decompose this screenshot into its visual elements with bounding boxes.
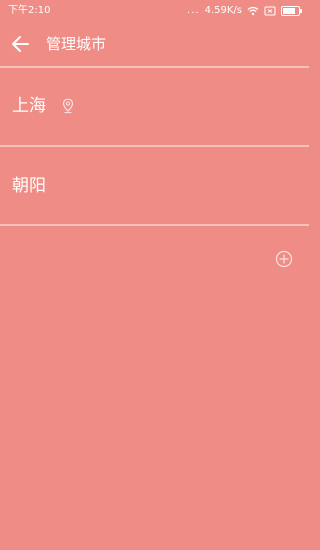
signal-dots: ... <box>187 5 200 16</box>
app-header: 管理城市 <box>0 22 309 66</box>
plus-circle-icon <box>275 250 293 268</box>
page-title: 管理城市 <box>46 35 107 53</box>
city-divider <box>0 145 309 147</box>
network-speed: 4.59K/s <box>204 5 242 16</box>
city-divider <box>0 224 309 226</box>
wifi-icon <box>247 6 259 16</box>
sim-icon <box>264 5 276 16</box>
status-time: 下午2:10 <box>8 5 51 16</box>
battery-icon <box>281 5 303 16</box>
city-name: 上海 <box>12 96 46 116</box>
back-button[interactable] <box>10 34 32 54</box>
arrow-left-icon <box>12 36 29 52</box>
status-bar: 下午2:10 ... 4.59K/s <box>0 0 309 22</box>
screen: 下午2:10 ... 4.59K/s 管理城市 上海 朝阳 <box>0 0 309 550</box>
city-name: 朝阳 <box>12 176 46 196</box>
status-indicators: ... 4.59K/s <box>187 4 303 17</box>
city-item-chaoyang[interactable]: 朝阳 <box>0 148 309 224</box>
add-city-button[interactable] <box>275 250 293 268</box>
location-pin-icon <box>62 98 74 114</box>
city-item-shanghai[interactable]: 上海 <box>0 68 309 144</box>
